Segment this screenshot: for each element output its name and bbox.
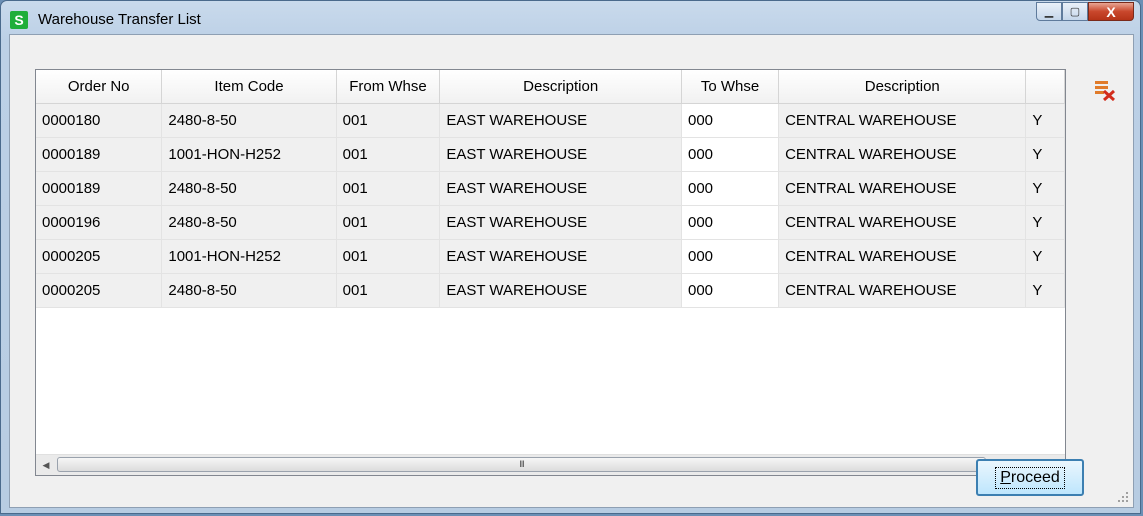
table-row[interactable]: 0000189 1001-HON-H252 001 EAST WAREHOUSE 000… <box>36 137 1065 172</box>
cell-item-code: 2480-8-50 <box>161 171 337 206</box>
col-header-item-code[interactable]: Item Code <box>161 70 337 104</box>
cell-to-whse[interactable]: 000 <box>681 273 780 308</box>
minimize-button[interactable]: ▁ <box>1036 2 1062 21</box>
cell-to-whse[interactable]: 000 <box>681 137 780 172</box>
cell-from-description: EAST WAREHOUSE <box>439 137 682 172</box>
maximize-button[interactable]: ▢ <box>1062 2 1088 21</box>
close-icon: X <box>1106 3 1116 20</box>
cell-to-description: CENTRAL WAREHOUSE <box>778 171 1027 206</box>
horizontal-scrollbar[interactable]: ◀ III ▶ <box>36 454 1065 475</box>
cell-to-description: CENTRAL WAREHOUSE <box>778 273 1027 308</box>
delete-rows-icon[interactable] <box>1094 79 1116 101</box>
cell-item-code: 2480-8-50 <box>161 273 337 308</box>
proceed-button-label: Proceed <box>995 466 1065 489</box>
cell-from-whse: 001 <box>336 137 441 172</box>
col-header-order-no[interactable]: Order No <box>36 70 163 104</box>
cell-from-description: EAST WAREHOUSE <box>439 239 682 274</box>
cell-to-whse[interactable]: 000 <box>681 239 780 274</box>
cell-order-no: 0000196 <box>36 205 163 240</box>
app-icon[interactable]: S <box>10 11 28 29</box>
cell-item-code: 2480-8-50 <box>161 205 337 240</box>
cell-item-code: 2480-8-50 <box>161 103 337 138</box>
cell-from-whse: 001 <box>336 171 441 206</box>
cell-from-description: EAST WAREHOUSE <box>439 103 682 138</box>
cell-order-no: 0000189 <box>36 171 163 206</box>
table-row[interactable]: 0000189 2480-8-50 001 EAST WAREHOUSE 000 CENT… <box>36 171 1065 206</box>
cell-from-whse: 001 <box>336 205 441 240</box>
cell-item-code: 1001-HON-H252 <box>161 137 337 172</box>
scroll-thumb-grip-icon: III <box>519 459 524 469</box>
col-header-from-description[interactable]: Description <box>439 70 682 104</box>
col-header-flag[interactable] <box>1025 70 1065 104</box>
cell-to-description: CENTRAL WAREHOUSE <box>778 137 1027 172</box>
cell-from-whse: 001 <box>336 239 441 274</box>
table-row[interactable]: 0000205 2480-8-50 001 EAST WAREHOUSE 000 CENT… <box>36 273 1065 308</box>
cell-from-description: EAST WAREHOUSE <box>439 205 682 240</box>
delete-icon-line-2 <box>1095 86 1108 89</box>
cell-flag: Y <box>1025 171 1065 206</box>
client-area: Order No Item Code From Whse Description… <box>9 34 1134 508</box>
cell-flag: Y <box>1025 239 1065 274</box>
cell-order-no: 0000205 <box>36 239 163 274</box>
cell-from-whse: 001 <box>336 273 441 308</box>
cell-order-no: 0000189 <box>36 137 163 172</box>
cell-flag: Y <box>1025 103 1065 138</box>
table-row[interactable]: 0000205 1001-HON-H252 001 EAST WAREHOUSE 000… <box>36 239 1065 274</box>
cell-from-whse: 001 <box>336 103 441 138</box>
proceed-accelerator: P <box>1000 468 1011 486</box>
transfer-table: Order No Item Code From Whse Description… <box>36 70 1065 308</box>
table-row[interactable]: 0000180 2480-8-50 001 EAST WAREHOUSE 000 CENT… <box>36 103 1065 138</box>
cell-from-description: EAST WAREHOUSE <box>439 171 682 206</box>
cell-order-no: 0000180 <box>36 103 163 138</box>
header-row: Order No Item Code From Whse Description… <box>36 70 1065 104</box>
delete-icon-line-3 <box>1095 91 1104 94</box>
cell-from-description: EAST WAREHOUSE <box>439 273 682 308</box>
window-controls: ▁ ▢ X <box>1036 2 1134 22</box>
cell-to-whse[interactable]: 000 <box>681 171 780 206</box>
scroll-left-arrow-icon[interactable]: ◀ <box>36 455 56 475</box>
col-header-to-whse[interactable]: To Whse <box>681 70 780 104</box>
cell-to-whse[interactable]: 000 <box>681 103 780 138</box>
resize-grip-icon[interactable] <box>1117 491 1129 503</box>
scroll-thumb[interactable]: III <box>57 457 986 472</box>
warehouse-transfer-window: S Warehouse Transfer List ▁ ▢ X Order No… <box>0 0 1141 514</box>
cell-to-whse[interactable]: 000 <box>681 205 780 240</box>
proceed-button[interactable]: Proceed <box>976 459 1084 496</box>
delete-icon-x <box>1102 89 1116 101</box>
title-bar[interactable]: S Warehouse Transfer List ▁ ▢ X <box>1 1 1140 35</box>
cell-flag: Y <box>1025 205 1065 240</box>
minimize-icon: ▁ <box>1044 6 1054 18</box>
cell-flag: Y <box>1025 273 1065 308</box>
transfer-grid[interactable]: Order No Item Code From Whse Description… <box>35 69 1066 476</box>
cell-flag: Y <box>1025 137 1065 172</box>
cell-to-description: CENTRAL WAREHOUSE <box>778 103 1027 138</box>
cell-item-code: 1001-HON-H252 <box>161 239 337 274</box>
col-header-from-whse[interactable]: From Whse <box>336 70 441 104</box>
window-title: Warehouse Transfer List <box>38 11 201 28</box>
maximize-icon: ▢ <box>1069 6 1081 18</box>
cell-to-description: CENTRAL WAREHOUSE <box>778 205 1027 240</box>
close-button[interactable]: X <box>1088 2 1134 21</box>
delete-icon-line-1 <box>1095 81 1108 84</box>
cell-order-no: 0000205 <box>36 273 163 308</box>
col-header-to-description[interactable]: Description <box>778 70 1027 104</box>
table-row[interactable]: 0000196 2480-8-50 001 EAST WAREHOUSE 000 CENT… <box>36 205 1065 240</box>
cell-to-description: CENTRAL WAREHOUSE <box>778 239 1027 274</box>
proceed-label-rest: roceed <box>1010 468 1060 486</box>
